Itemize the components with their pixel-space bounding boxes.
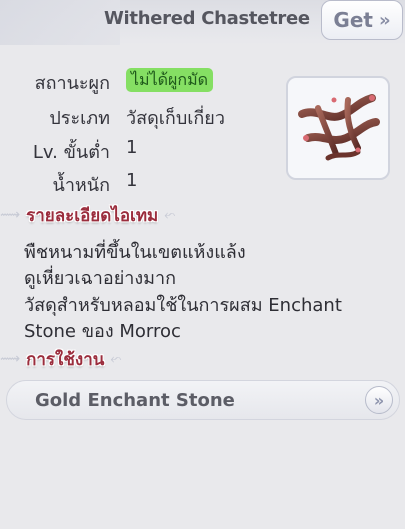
get-button-label: Get bbox=[333, 8, 373, 32]
min-level-label: Lv. ขั้นต่ำ bbox=[32, 142, 110, 163]
usage-item-gold-enchant-stone[interactable]: Gold Enchant Stone » bbox=[6, 380, 400, 420]
header-shade bbox=[0, 0, 120, 45]
item-title: Withered Chastetree bbox=[104, 8, 310, 29]
double-chevron-right-icon[interactable]: » bbox=[365, 386, 393, 414]
wing-ornament-icon: ⟿ bbox=[0, 351, 21, 367]
min-level-value: 1 bbox=[126, 137, 138, 158]
description-line: Stone ของ Morroc bbox=[24, 321, 181, 342]
double-chevron-right-icon: » bbox=[378, 9, 391, 31]
bind-status-badge: ไม่ได้ผูกมัด bbox=[126, 68, 214, 92]
weight-value: 1 bbox=[126, 170, 138, 191]
usage-section-title: การใช้งาน bbox=[26, 349, 105, 370]
get-button[interactable]: Get » bbox=[321, 0, 403, 40]
wing-ornament-icon: ⬿ bbox=[164, 207, 176, 223]
description-line: วัสดุสำหรับหลอมใช้ในการผสม Enchant bbox=[24, 295, 342, 316]
usage-item-label: Gold Enchant Stone bbox=[35, 390, 235, 411]
weight-label: น้ำหนัก bbox=[52, 175, 110, 196]
wing-ornament-icon: ⟿ bbox=[0, 207, 21, 223]
wing-ornament-icon: ⬿ bbox=[110, 351, 122, 367]
withered-branch-icon bbox=[298, 94, 380, 161]
type-label: ประเภท bbox=[49, 108, 110, 129]
bind-status-label: สถานะผูก bbox=[34, 73, 110, 94]
details-section-title: รายละเอียดไอเทม bbox=[26, 205, 159, 226]
description-line: ดูเหี่ยวเฉาอย่างมาก bbox=[24, 268, 177, 289]
details-section-header: ⟿ รายละเอียดไอเทม ⬿ bbox=[0, 204, 175, 226]
usage-section-header: ⟿ การใช้งาน ⬿ bbox=[0, 348, 122, 370]
item-icon-frame bbox=[286, 76, 390, 180]
header-bar: Withered Chastetree Get » bbox=[0, 0, 405, 45]
type-value: วัสดุเก็บเกี่ยว bbox=[126, 108, 225, 129]
description-line: พืชหนามที่ขึ้นในเขตแห้งแล้ง bbox=[24, 242, 246, 263]
